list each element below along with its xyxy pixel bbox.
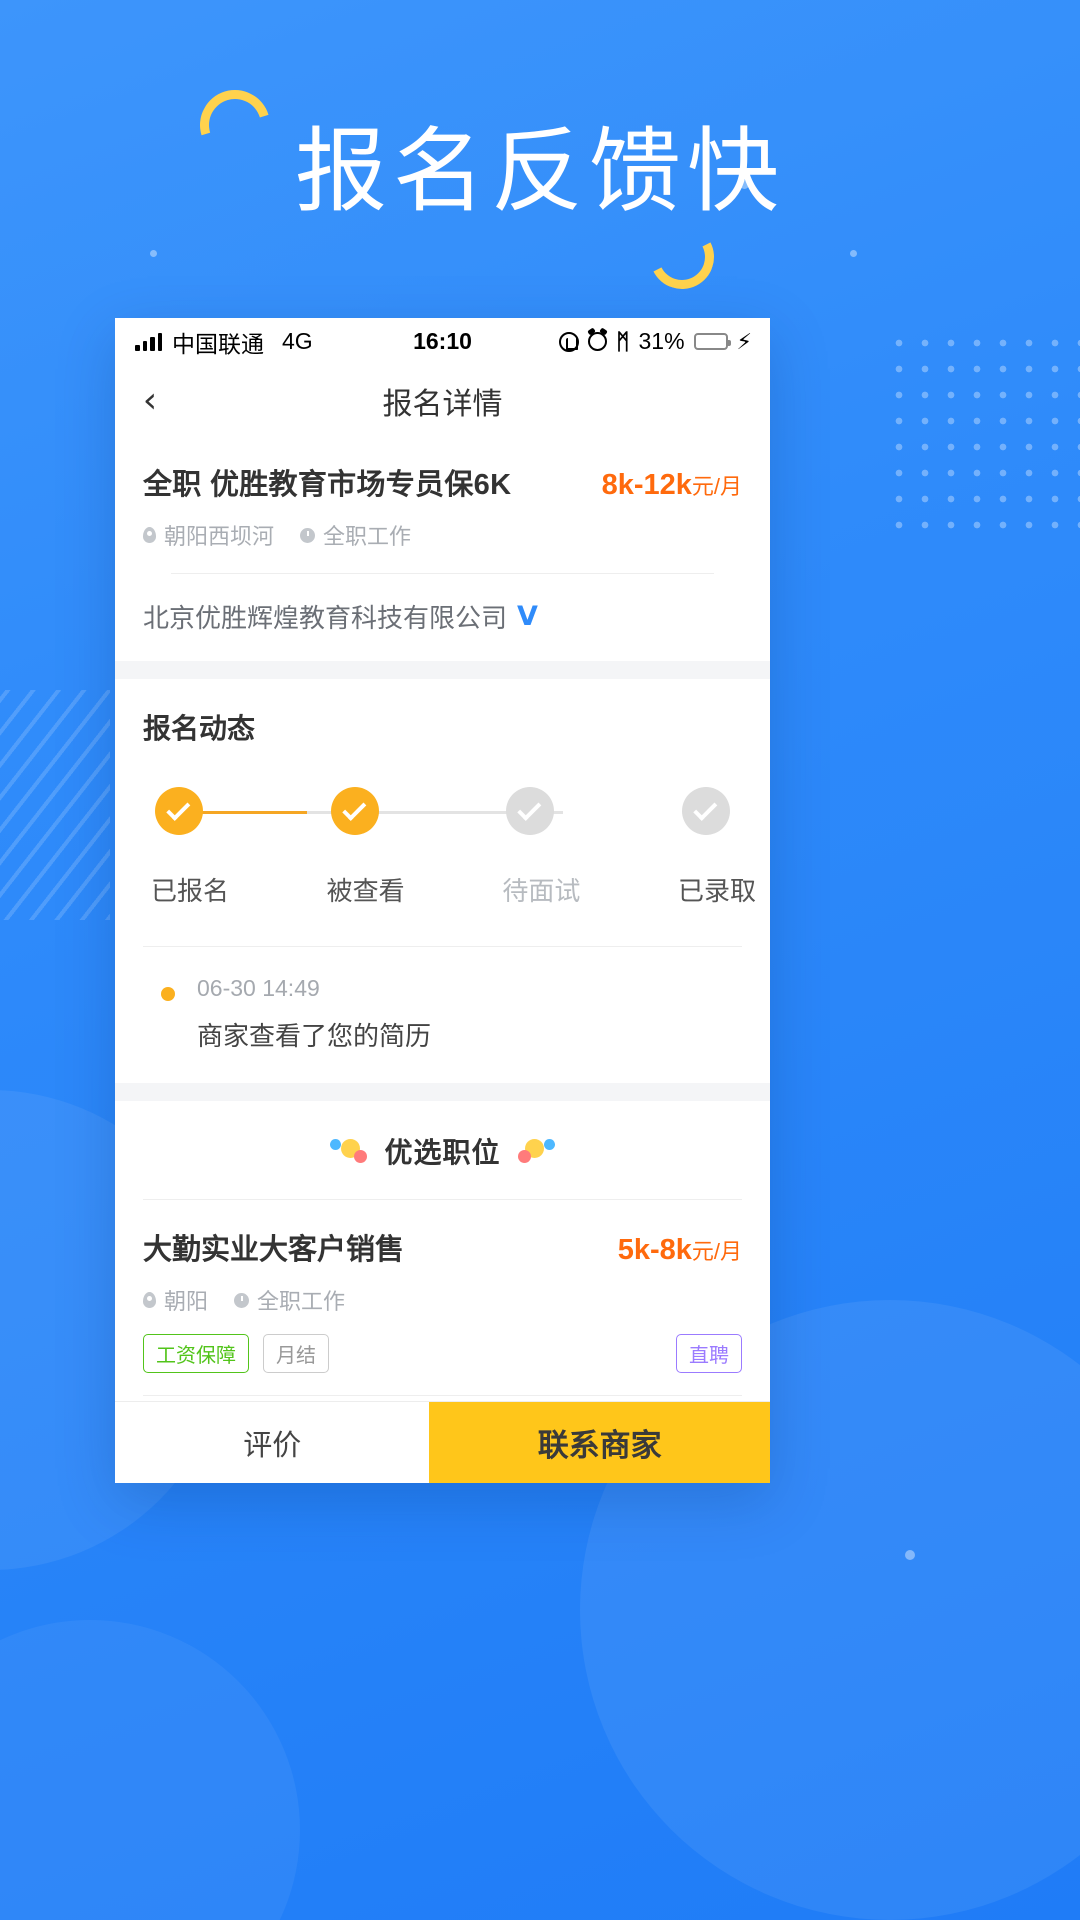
job-title: 全职 优胜教育市场专员保6K bbox=[143, 469, 512, 501]
check-icon bbox=[166, 796, 191, 821]
deco-dot-3 bbox=[150, 250, 157, 257]
recommended-job-salary-value: 5k-8k bbox=[617, 1234, 692, 1266]
signal-icon bbox=[135, 332, 162, 351]
step-node-interview bbox=[506, 787, 555, 835]
contact-merchant-button[interactable]: 联系商家 bbox=[429, 1402, 770, 1483]
review-button[interactable]: 评价 bbox=[115, 1402, 430, 1483]
status-bar: 中国联通 4G 16:10 ᛗ 31% ⚡ bbox=[115, 318, 770, 365]
stepper-step-0 bbox=[151, 787, 207, 835]
status-bar-left: 中国联通 4G bbox=[135, 325, 313, 359]
alarm-icon bbox=[588, 332, 608, 351]
rotation-lock-icon bbox=[559, 331, 580, 352]
recommended-title: 优选职位 bbox=[384, 1137, 501, 1168]
recommended-job-name: 大勤实业大客户销售 bbox=[143, 1234, 405, 1266]
recommended-job-salary-unit: 元/月 bbox=[691, 1239, 742, 1264]
battery-percent-label: 31% bbox=[638, 328, 685, 354]
job-location-label: 朝阳西坝河 bbox=[164, 524, 275, 549]
carrier-label: 中国联通 bbox=[172, 330, 264, 357]
job-salary-unit: 元/月 bbox=[691, 474, 742, 499]
location-pin-icon bbox=[143, 1292, 156, 1308]
activity-dot-icon bbox=[161, 987, 175, 1001]
step-node-hired bbox=[681, 787, 730, 835]
activity-log-marker-column bbox=[143, 975, 197, 1053]
check-icon bbox=[341, 796, 366, 821]
tag-direct-hire: 直聘 bbox=[676, 1334, 742, 1373]
deco-dot-2 bbox=[850, 250, 857, 257]
application-stepper bbox=[151, 787, 734, 849]
network-type-label: 4G bbox=[282, 328, 313, 354]
job-salary: 8k-12k元/月 bbox=[602, 469, 742, 502]
page-title: 报名详情 bbox=[382, 387, 503, 421]
status-bar-right: ᛗ 31% ⚡ bbox=[559, 328, 752, 355]
phone-screen: 中国联通 4G 16:10 ᛗ 31% ⚡ ‹ 报名详情 全职 优胜教育市场专员… bbox=[115, 318, 770, 1483]
clock-icon bbox=[300, 527, 316, 543]
application-status-section: 报名动态 已报名 被查看 待面试 已录取 06-30 14:49 商家查看了您的… bbox=[115, 679, 770, 1083]
clock-icon bbox=[234, 1292, 250, 1308]
activity-log-entry: 06-30 14:49 商家查看了您的简历 bbox=[197, 975, 431, 1053]
stepper-step-2 bbox=[502, 787, 558, 835]
status-section-title: 报名动态 bbox=[143, 713, 256, 744]
stepper-step-1 bbox=[327, 787, 383, 835]
bluetooth-icon: ᛗ bbox=[616, 328, 630, 354]
section-gap-2 bbox=[115, 1083, 770, 1101]
job-location: 朝阳西坝河 bbox=[143, 519, 274, 551]
recommended-job-location: 朝阳 bbox=[143, 1284, 208, 1316]
job-summary-card[interactable]: 全职 优胜教育市场专员保6K 8k-12k元/月 朝阳西坝河 全职工作 北京优胜… bbox=[115, 437, 770, 661]
job-type: 全职工作 bbox=[300, 519, 411, 551]
recommended-header: 优选职位 bbox=[115, 1101, 770, 1199]
confetti-right-icon bbox=[515, 1137, 555, 1165]
activity-time: 06-30 14:49 bbox=[197, 975, 320, 1001]
activity-log: 06-30 14:49 商家查看了您的简历 bbox=[115, 947, 770, 1083]
check-icon bbox=[517, 796, 542, 821]
stepper-step-3 bbox=[678, 787, 734, 835]
recommended-job-tags: 工资保障 月结 直聘 bbox=[143, 1334, 742, 1373]
verified-badge-icon: V bbox=[517, 601, 538, 632]
recommended-job-salary: 5k-8k元/月 bbox=[618, 1234, 742, 1267]
recommended-job-item-1[interactable]: 大勤实业大客户销售 5k-8k元/月 朝阳 全职工作 工资保障 月结 直聘 bbox=[115, 1200, 770, 1395]
step-label-applied: 已报名 bbox=[151, 876, 230, 906]
job-salary-value: 8k-12k bbox=[601, 469, 692, 501]
step-node-applied bbox=[155, 787, 203, 835]
navigation-bar: ‹ 报名详情 bbox=[115, 365, 770, 437]
hero-banner: 报名反馈快 bbox=[0, 77, 1080, 298]
activity-text: 商家查看了您的简历 bbox=[197, 1021, 432, 1051]
tag-monthly-pay: 月结 bbox=[263, 1334, 329, 1373]
step-node-viewed bbox=[330, 787, 379, 835]
location-pin-icon bbox=[143, 527, 156, 543]
deco-dot-grid bbox=[886, 330, 1080, 530]
company-row[interactable]: 北京优胜辉煌教育科技有限公司 V bbox=[115, 574, 770, 661]
recommended-job-location-label: 朝阳 bbox=[164, 1289, 209, 1314]
tag-salary-guarantee: 工资保障 bbox=[143, 1334, 249, 1373]
step-label-viewed: 被查看 bbox=[326, 876, 405, 906]
confetti-left-icon bbox=[330, 1137, 370, 1165]
arc-decoration-bottom-right bbox=[641, 216, 723, 298]
charging-bolt-icon: ⚡ bbox=[736, 328, 752, 354]
recommended-job-type-label: 全职工作 bbox=[257, 1289, 346, 1314]
company-name: 北京优胜辉煌教育科技有限公司 bbox=[143, 603, 508, 633]
deco-stripes bbox=[0, 690, 110, 920]
section-gap-1 bbox=[115, 661, 770, 679]
step-label-interview: 待面试 bbox=[502, 876, 581, 906]
hero-title: 报名反馈快 bbox=[294, 118, 785, 225]
deco-dot-4 bbox=[905, 1550, 915, 1560]
job-type-label: 全职工作 bbox=[323, 524, 412, 549]
battery-icon bbox=[693, 333, 731, 350]
step-label-hired: 已录取 bbox=[677, 876, 756, 906]
check-icon bbox=[693, 796, 718, 821]
deco-circle-bottom-left bbox=[0, 1620, 300, 1920]
bottom-action-bar: 评价 联系商家 bbox=[115, 1401, 770, 1483]
stepper-labels: 已报名 被查看 待面试 已录取 bbox=[151, 871, 756, 908]
recommended-job-type: 全职工作 bbox=[234, 1284, 345, 1316]
